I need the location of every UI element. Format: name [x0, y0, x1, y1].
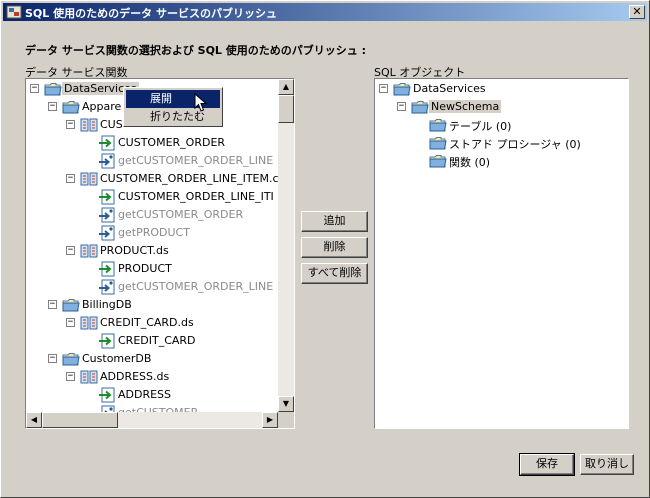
tree-node-label: ADDRESS.ds [100, 370, 170, 383]
functions-tree-content: − DataServices − Appare − CUS CUSTOMER_ORDER ge… [26, 79, 278, 412]
arrow-down-icon: ▼ [282, 399, 290, 408]
tree-node-label: ADDRESS [118, 388, 172, 401]
close-button[interactable]: ✕ [629, 5, 645, 19]
navigate-function-icon [98, 225, 116, 241]
tree-node-label: PRODUCT [118, 262, 172, 275]
scroll-corner [278, 412, 294, 428]
arrow-right-icon: ▶ [266, 415, 274, 424]
add-button[interactable]: 追加 [301, 211, 368, 232]
title-bar: SQL 使用のためのデータ サービスのパブリッシュ ✕ [3, 3, 647, 21]
navigate-function-icon [98, 279, 116, 295]
horizontal-scroll-thumb[interactable] [42, 412, 118, 428]
collapse-toggle-icon[interactable]: − [379, 84, 388, 93]
tree-node-label: CUS [100, 118, 123, 131]
navigate-function-icon [98, 207, 116, 223]
sql-tree-node-label: DataServices [413, 82, 486, 95]
scroll-left-button[interactable]: ◀ [26, 412, 42, 428]
navigate-function-icon [98, 405, 116, 412]
folder-icon [429, 153, 447, 169]
remove-all-button[interactable]: すべて削除 [301, 263, 368, 284]
collapse-toggle-icon[interactable]: − [66, 174, 75, 183]
function-icon [98, 387, 116, 403]
scroll-down-button[interactable]: ▼ [278, 396, 294, 412]
vertical-scroll-thumb[interactable] [278, 95, 294, 123]
collapse-toggle-icon[interactable]: − [66, 318, 75, 327]
cancel-button[interactable]: 取り消し [580, 454, 634, 475]
tree-node-label: CustomerDB [82, 352, 152, 365]
folder-icon [393, 81, 411, 97]
sql-objects-tree[interactable]: − DataServices − NewSchema テーブル (0) ストアド プロシー… [374, 78, 629, 429]
dataservice-icon [80, 369, 98, 385]
folder-icon [62, 297, 80, 313]
folder-icon [62, 99, 80, 115]
collapse-toggle-icon[interactable]: − [30, 84, 39, 93]
collapse-toggle-icon[interactable]: − [48, 102, 57, 111]
tree-node-label: CREDIT_CARD [118, 334, 196, 347]
scroll-right-button[interactable]: ▶ [262, 412, 278, 428]
tree-node-label: Appare [82, 100, 122, 113]
dataservice-icon [80, 315, 98, 331]
dataservice-icon [80, 243, 98, 259]
tree-node-label: PRODUCT.ds [100, 244, 169, 257]
sql-tree-node-label: 関数 (0) [449, 156, 491, 169]
folder-icon [429, 135, 447, 151]
tree-node-label: BillingDB [82, 298, 132, 311]
remove-button[interactable]: 削除 [301, 237, 368, 258]
collapse-toggle-icon[interactable]: − [66, 246, 75, 255]
dialog-heading: データ サービス関数の選択および SQL 使用のためのパブリッシュ : [25, 44, 366, 57]
folder-icon [44, 81, 62, 97]
close-icon: ✕ [632, 5, 642, 18]
arrow-up-icon: ▲ [282, 82, 290, 91]
scroll-up-button[interactable]: ▲ [278, 79, 294, 95]
collapse-toggle-icon[interactable]: − [397, 102, 406, 111]
folder-icon [429, 117, 447, 133]
window-title: SQL 使用のためのデータ サービスのパブリッシュ [25, 7, 277, 20]
collapse-toggle-icon[interactable]: − [48, 300, 57, 309]
context-menu: 展開 折りたたむ [123, 87, 223, 127]
tree-node-label: CUSTOMER_ORDER_LINE_ITEM.c [100, 172, 278, 185]
arrow-left-icon: ◀ [30, 415, 38, 424]
navigate-function-icon [98, 153, 116, 169]
save-button[interactable]: 保存 [519, 453, 575, 476]
sql-tree-node-label: NewSchema [429, 100, 502, 113]
dataservice-icon [80, 117, 98, 133]
folder-icon [62, 351, 80, 367]
tree-node-label: CREDIT_CARD.ds [100, 316, 194, 329]
horizontal-scrollbar[interactable]: ◀ ▶ [26, 412, 278, 428]
function-icon [98, 261, 116, 277]
collapse-toggle-icon[interactable]: − [48, 354, 57, 363]
sql-tree-node-label: ストアド プロシージャ (0) [449, 138, 581, 151]
collapse-toggle-icon[interactable]: − [66, 120, 75, 129]
tree-node-label: getPRODUCT [118, 226, 190, 239]
tree-node-label: getCUSTOMER_ORDER [118, 208, 244, 221]
folder-icon [411, 99, 429, 115]
collapse-toggle-icon[interactable]: − [66, 372, 75, 381]
tree-node-label: getCUSTOMER_ORDER_LINE [118, 154, 274, 167]
tree-node-label: getCUSTOMER_ORDER_LINE [118, 280, 274, 293]
vertical-scrollbar[interactable]: ▲ ▼ [278, 79, 294, 412]
dataservice-icon [80, 171, 98, 187]
mouse-cursor-icon [194, 93, 208, 112]
tree-node-label: CUSTOMER_ORDER_LINE_ITI [118, 190, 274, 203]
sql-tree-node-label: テーブル (0) [449, 120, 512, 133]
sql-objects-tree-content: − DataServices − NewSchema テーブル (0) ストアド プロシー… [375, 79, 628, 428]
function-icon [98, 189, 116, 205]
functions-tree[interactable]: − DataServices − Appare − CUS CUSTOMER_ORDER ge… [25, 78, 295, 429]
tree-node-label: CUSTOMER_ORDER [118, 136, 226, 149]
app-icon [6, 5, 22, 19]
function-icon [98, 333, 116, 349]
function-icon [98, 135, 116, 151]
publish-dialog: SQL 使用のためのデータ サービスのパブリッシュ ✕ データ サービス関数の選… [0, 0, 650, 498]
